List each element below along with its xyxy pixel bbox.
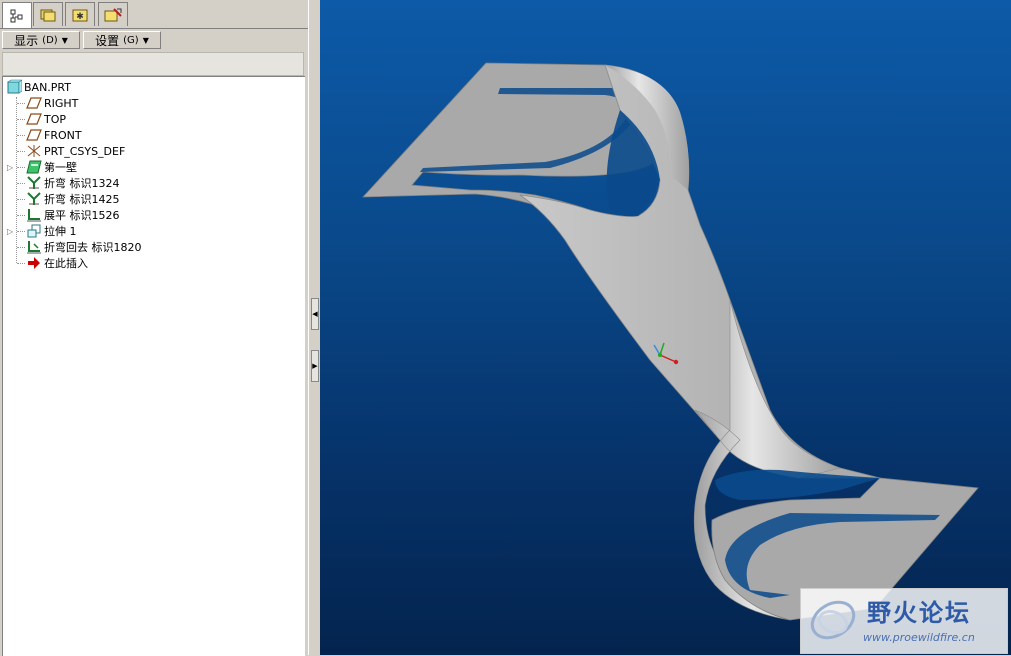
tree-toolbar: 显示 (D) ▼ 设置 (G) ▼ [0, 29, 308, 51]
tree-item-label: TOP [44, 112, 67, 126]
tree-guide-line [17, 167, 25, 168]
tree-item-bend-1324[interactable]: 折弯 标识1324 [26, 175, 120, 191]
expand-arrow-icon[interactable]: ▷ [7, 163, 13, 172]
display-label: 显示 [14, 33, 39, 48]
tab-favorites[interactable]: ✱ [65, 2, 95, 26]
tab-tools[interactable] [98, 2, 128, 26]
tree-guide-line [17, 119, 25, 120]
tree-guide-line [17, 183, 25, 184]
tree-item-label: BAN.PRT [24, 80, 71, 94]
datum-plane-icon [26, 95, 42, 111]
insert-here-arrow-icon [26, 255, 42, 271]
bend-icon [26, 191, 42, 207]
datum-plane-icon [26, 127, 42, 143]
tree-root-item[interactable]: BAN.PRT [6, 79, 71, 95]
watermark: 野火论坛 www.proewildfire.cn [800, 588, 1008, 654]
tree-item-label: 展平 标识1526 [44, 209, 120, 222]
tree-item-first-wall[interactable]: 第一壁 [26, 159, 77, 175]
tree-item-right[interactable]: RIGHT [26, 95, 78, 111]
bend-back-icon [26, 239, 42, 255]
model-tree-panel: ✱ 显示 (D) ▼ 设置 (G) ▼ BAN.PRT RIGHT TOP FR… [0, 0, 308, 656]
datum-plane-icon [26, 111, 42, 127]
tree-item-label: 在此插入 [44, 257, 88, 270]
tree-item-label: RIGHT [44, 96, 79, 110]
tab-model-tree[interactable] [2, 2, 32, 28]
settings-label: 设置 [95, 33, 120, 48]
tree-item-bend-1425[interactable]: 折弯 标识1425 [26, 191, 120, 207]
part-icon [6, 79, 23, 95]
chevron-down-icon: ▼ [142, 35, 149, 45]
tree-item-label: 拉伸 1 [44, 225, 77, 238]
navigator-tab-strip: ✱ [0, 0, 308, 29]
first-wall-icon [26, 159, 42, 175]
tree-item-label: 第一壁 [44, 161, 77, 174]
tree-item-label: FRONT [44, 128, 82, 142]
display-menu-button[interactable]: 显示 (D) ▼ [2, 31, 80, 49]
model-tree-icon [10, 9, 23, 22]
collapse-left-arrow-icon[interactable]: ◀ [311, 298, 319, 330]
tree-item-label: 折弯 标识1324 [44, 177, 120, 190]
settings-menu-button[interactable]: 设置 (G) ▼ [83, 31, 161, 49]
tree-item-top[interactable]: TOP [26, 111, 66, 127]
tree-guide-line [17, 199, 25, 200]
tree-guide-line [17, 263, 25, 264]
tree-item-label: 折弯回去 标识1820 [44, 241, 142, 254]
expand-arrow-icon[interactable]: ▷ [7, 227, 13, 236]
tools-folder-icon [104, 7, 122, 21]
tree-item-front[interactable]: FRONT [26, 127, 82, 143]
folder-stack-icon [40, 9, 56, 21]
tree-guide-line [17, 151, 25, 152]
tree-filter-strip[interactable] [2, 52, 304, 76]
tree-guide-line [17, 247, 25, 248]
bend-icon [26, 175, 42, 191]
unbend-icon [26, 207, 42, 223]
svg-text:✱: ✱ [76, 12, 84, 22]
forum-logo-icon [810, 600, 856, 640]
tree-item-insert-here[interactable]: 在此插入 [26, 255, 88, 271]
tree-item-label: PRT_CSYS_DEF [44, 144, 126, 158]
graphics-viewport[interactable] [320, 0, 1011, 655]
tree-guide-line [17, 215, 25, 216]
tree-item-label: 折弯 标识1425 [44, 193, 120, 206]
tree-item-csys[interactable]: PRT_CSYS_DEF [26, 143, 125, 159]
tree-item-bend-back-1820[interactable]: 折弯回去 标识1820 [26, 239, 142, 255]
coordinate-system-icon [26, 143, 42, 159]
watermark-url: www.proewildfire.cn [863, 631, 975, 644]
tree-guide-line [17, 135, 25, 136]
tree-guide-line [17, 231, 25, 232]
settings-shortcut: (G) [123, 34, 139, 46]
sheetmetal-part-model [362, 62, 979, 621]
display-shortcut: (D) [42, 34, 58, 46]
tab-layers[interactable] [33, 2, 63, 26]
extrude-icon [26, 223, 42, 239]
chevron-down-icon: ▼ [61, 35, 68, 45]
expand-right-arrow-icon[interactable]: ▶ [311, 350, 319, 382]
tree-item-unbend-1526[interactable]: 展平 标识1526 [26, 207, 120, 223]
favorites-folder-icon: ✱ [72, 9, 88, 22]
tree-guide-line [16, 97, 17, 263]
watermark-title: 野火论坛 [867, 599, 971, 627]
tree-guide-line [17, 103, 25, 104]
tree-item-extrude-1[interactable]: 拉伸 1 [26, 223, 77, 239]
